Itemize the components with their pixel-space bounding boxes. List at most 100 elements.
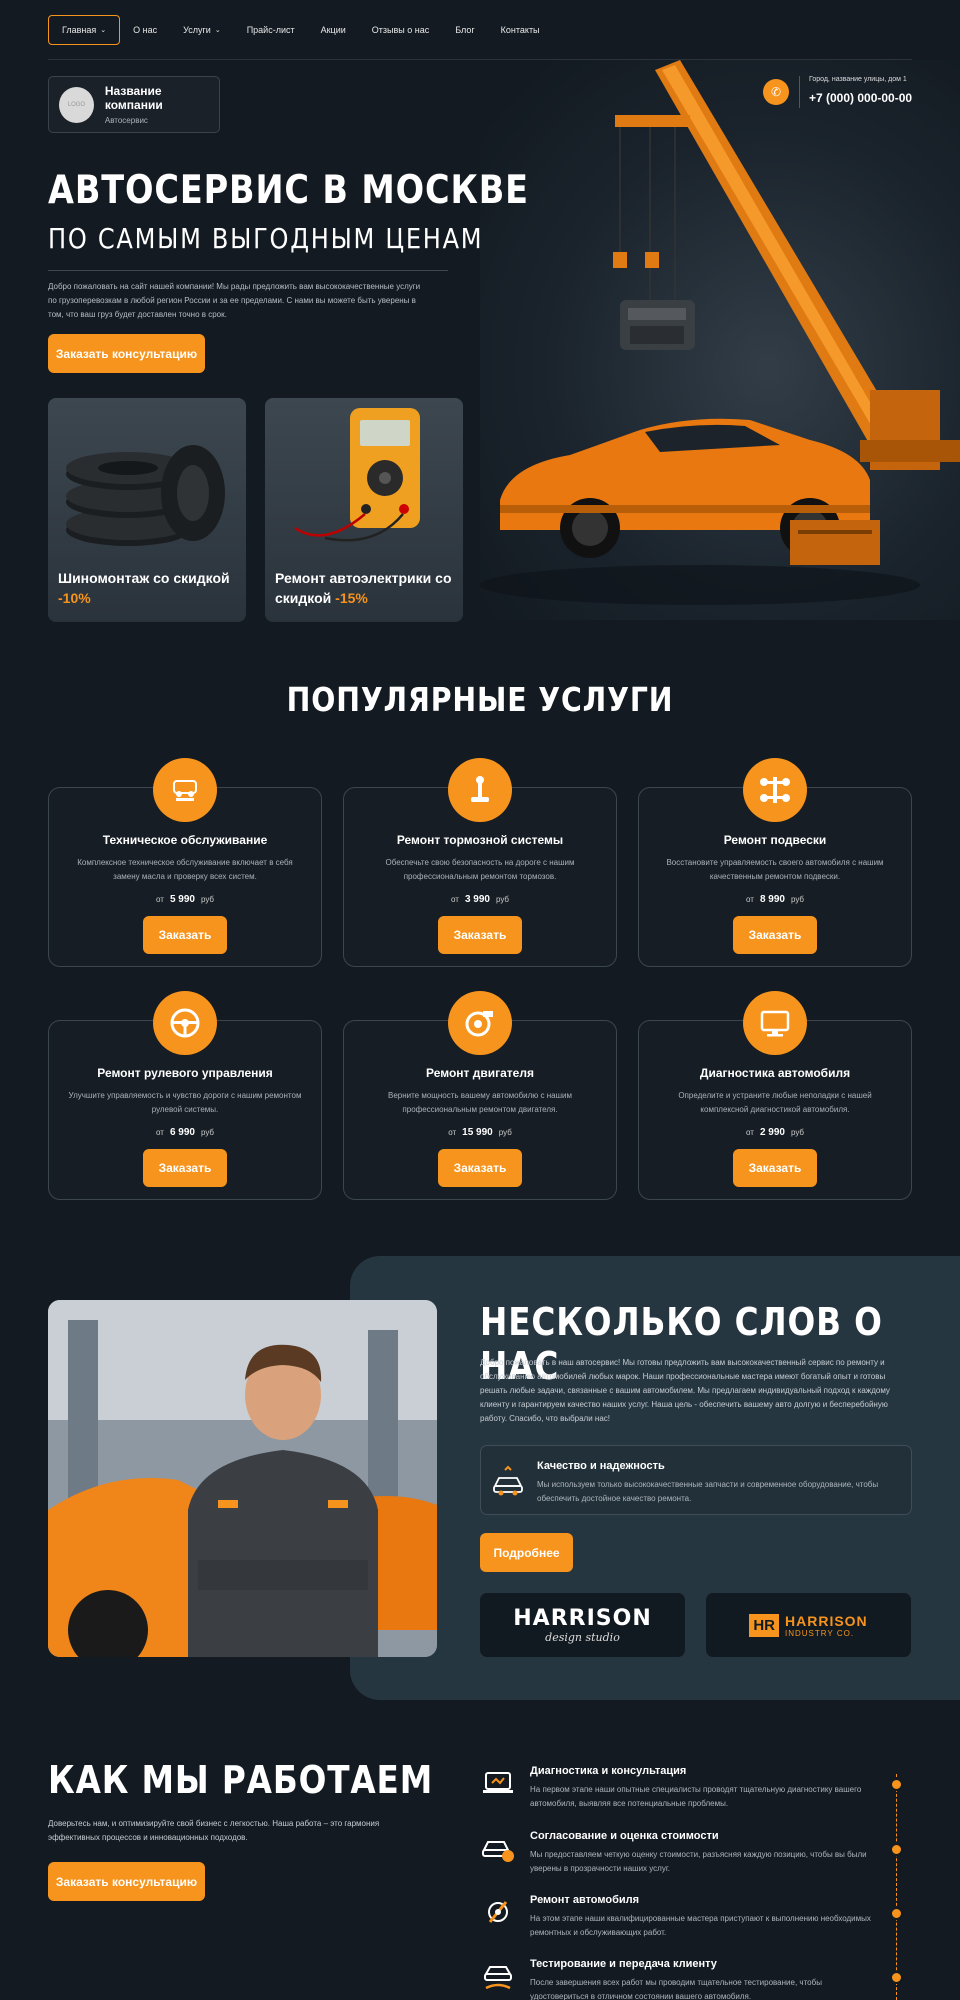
service-name: Ремонт рулевого управления — [97, 1066, 273, 1080]
promo-card-tires[interactable]: Шиномонтаж со скидкой -10% — [48, 398, 246, 622]
nav-item-blog[interactable]: Блог — [442, 15, 487, 45]
hero-description: Добро пожаловать на сайт нашей компании!… — [48, 282, 421, 319]
consultation-button[interactable]: Заказать консультацию — [48, 1862, 205, 1901]
contact-divider — [799, 76, 800, 108]
nav-item-promotions[interactable]: Акции — [308, 15, 359, 45]
about-description: Добро пожаловать в наш автосервис! Мы го… — [480, 1358, 890, 1423]
price-currency: руб — [790, 1128, 804, 1137]
laptop-diagnostic-icon — [480, 1765, 516, 1801]
nav-item-pricelist[interactable]: Прайс-лист — [234, 15, 308, 45]
service-description: Восстановите управляемость своего автомо… — [666, 858, 884, 881]
service-price: от 15 990 руб — [344, 1127, 616, 1138]
chevron-down-icon: ⌄ — [100, 27, 107, 34]
promo-text: Шиномонтаж со скидкой -10% — [58, 568, 230, 608]
step-item: Тестирование и передача клиенту После за… — [480, 1958, 880, 2000]
price-prefix: от — [746, 1128, 754, 1137]
quality-card: Качество и надежность Мы используем толь… — [480, 1445, 912, 1515]
car-estimate-icon — [480, 1830, 516, 1866]
nav-item-about[interactable]: О нас — [120, 15, 170, 45]
diagnostic-monitor-icon — [743, 991, 807, 1055]
price-currency: руб — [495, 895, 509, 904]
step-title: Ремонт автомобиля — [530, 1894, 640, 1906]
phone-icon[interactable]: ✆ — [763, 79, 789, 105]
service-description: Комплексное техническое обслуживание вкл… — [77, 858, 293, 881]
timeline-dot — [890, 1971, 903, 1984]
services-title: ПОПУЛЯРНЫЕ УСЛУГИ — [286, 680, 674, 719]
order-button[interactable]: Заказать — [733, 916, 817, 954]
service-card: Диагностика автомобиля Определите и устр… — [638, 991, 912, 1200]
partner-logo-text: HARRISON design studio — [513, 1606, 651, 1644]
car-service-icon — [153, 758, 217, 822]
order-button[interactable]: Заказать — [438, 1149, 522, 1187]
quality-title: Качество и надежность — [537, 1460, 665, 1472]
service-name: Ремонт тормозной системы — [396, 833, 564, 847]
nav-item-label: Акции — [320, 25, 346, 35]
consultation-button[interactable]: Заказать консультацию — [48, 334, 205, 373]
price-value: 2 990 — [759, 1127, 785, 1138]
price-value: 3 990 — [464, 894, 490, 905]
logo-placeholder: LOGO — [59, 86, 94, 123]
service-name: Ремонт подвески — [723, 833, 827, 847]
service-name: Ремонт двигателя — [426, 1066, 534, 1080]
price-currency: руб — [790, 895, 804, 904]
chevron-down-icon: ⌄ — [214, 27, 221, 34]
promo-card-electrics[interactable]: Ремонт автоэлектрики со скидкой -15% — [265, 398, 463, 622]
service-price: от 3 990 руб — [344, 894, 616, 905]
promo-text: Ремонт автоэлектрики со скидкой -15% — [275, 568, 452, 608]
order-button[interactable]: Заказать — [143, 916, 227, 954]
more-button[interactable]: Подробнее — [480, 1533, 573, 1572]
quality-description: Мы используем только высококачественные … — [537, 1480, 879, 1503]
step-title: Диагностика и консультация — [530, 1765, 687, 1777]
company-logo-card[interactable]: LOGO Название компании Автосервис — [48, 76, 220, 133]
car-quality-icon — [491, 1464, 525, 1503]
partner-logo-text: HR HARRISON INDUSTRY CO. — [749, 1613, 867, 1638]
nav-item-services[interactable]: Услуги ⌄ — [170, 15, 234, 45]
step-description: На этом этапе наши квалифицированные мас… — [530, 1914, 871, 1937]
step-item: Согласование и оценка стоимости Мы предо… — [480, 1830, 880, 1890]
suspension-icon — [743, 758, 807, 822]
hero-divider — [48, 270, 448, 271]
order-button[interactable]: Заказать — [143, 1149, 227, 1187]
partner-name: HARRISON — [785, 1612, 868, 1629]
promo-title: Ремонт автоэлектрики со — [275, 570, 452, 586]
service-card: Ремонт двигателя Верните мощность вашему… — [343, 991, 617, 1200]
promo-title-line2: скидкой — [275, 590, 332, 606]
order-button[interactable]: Заказать — [733, 1149, 817, 1187]
service-card: Техническое обслуживание Комплексное тех… — [48, 758, 322, 967]
price-value: 8 990 — [759, 894, 785, 905]
steering-wheel-icon — [153, 991, 217, 1055]
service-name: Диагностика автомобиля — [699, 1066, 851, 1080]
nav-item-label: Отзывы о нас — [371, 25, 430, 35]
service-description: Определите и устраните любые неполадки с… — [678, 1091, 872, 1114]
partner-subline: INDUSTRY CO. — [785, 1628, 855, 1638]
step-description: На первом этапе наши опытные специалисты… — [530, 1785, 862, 1808]
nav-item-label: Прайс-лист — [246, 25, 295, 35]
mechanic-photo — [48, 1300, 437, 1657]
step-item: Диагностика и консультация На первом эта… — [480, 1765, 880, 1825]
service-card: Ремонт рулевого управления Улучшите упра… — [48, 991, 322, 1200]
step-title: Согласование и оценка стоимости — [530, 1830, 719, 1842]
price-currency: руб — [200, 895, 214, 904]
service-price: от 8 990 руб — [639, 894, 911, 905]
mechanic-illustration — [48, 1300, 437, 1657]
crane-car-illustration — [480, 60, 960, 605]
company-name: Название компании — [104, 84, 163, 112]
service-description: Обеспечьте свою безопасность на дороге с… — [385, 858, 575, 881]
contact-phone[interactable]: +7 (000) 000-00-00 — [809, 91, 912, 105]
nav-item-label: Услуги — [183, 25, 211, 35]
nav-item-home[interactable]: Главная ⌄ — [48, 15, 121, 45]
price-prefix: от — [448, 1128, 457, 1137]
price-value: 15 990 — [462, 1127, 493, 1138]
order-button[interactable]: Заказать — [438, 916, 522, 954]
partner-mark: HR — [749, 1613, 779, 1637]
partner-logo-harrison-industry[interactable]: HR HARRISON INDUSTRY CO. — [706, 1593, 911, 1657]
hero-subtitle: ПО САМЫМ ВЫГОДНЫМ ЦЕНАМ — [48, 222, 484, 255]
car-handover-icon — [480, 1958, 516, 1994]
service-price: от 2 990 руб — [639, 1127, 911, 1138]
nav-item-reviews[interactable]: Отзывы о нас — [359, 15, 442, 45]
nav-item-label: Блог — [455, 25, 475, 35]
timeline-dot — [890, 1907, 903, 1920]
step-item: Ремонт автомобиля На этом этапе наши ква… — [480, 1894, 880, 1954]
nav-item-contacts[interactable]: Контакты — [488, 15, 553, 45]
partner-logo-harrison-design[interactable]: HARRISON design studio — [480, 1593, 685, 1657]
